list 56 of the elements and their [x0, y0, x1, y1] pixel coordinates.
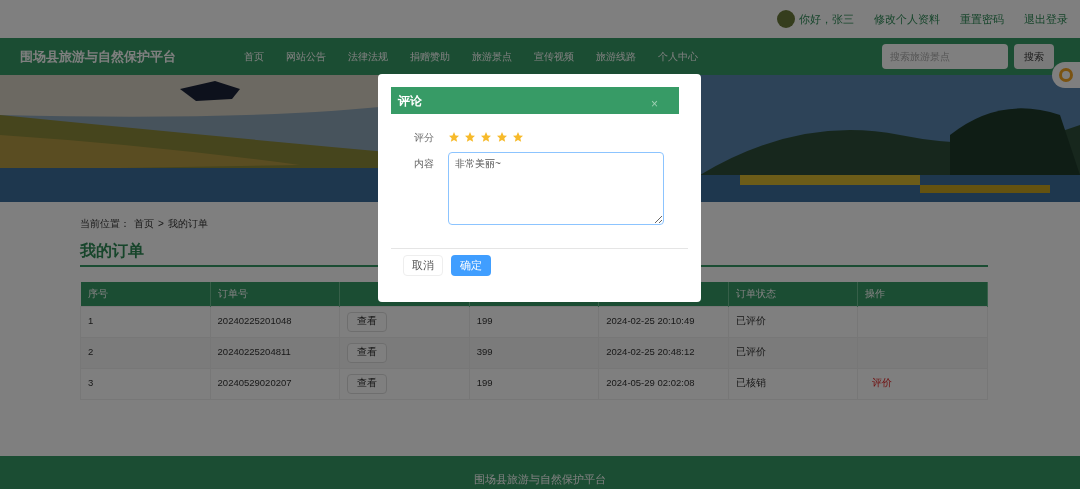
table-cell: 1 — [88, 315, 94, 327]
table-cell: 2024-02-25 20:10:49 — [606, 315, 695, 327]
rating-label: 评分 — [413, 130, 435, 145]
cancel-button[interactable]: 取消 — [403, 255, 443, 276]
table-cell: 2 — [88, 346, 94, 358]
nav-link[interactable]: 旅游线路 — [596, 49, 636, 64]
site-title: 围场县旅游与自然保护平台 — [20, 47, 177, 66]
star-icon[interactable] — [464, 131, 476, 143]
view-button[interactable]: 查看 — [347, 311, 388, 332]
table-cell: 20240529020207 — [217, 377, 292, 389]
table-cell: 已评价 — [735, 346, 766, 358]
breadcrumb-label: 当前位置： — [80, 216, 130, 231]
content-label: 内容 — [413, 157, 435, 171]
nav-link[interactable]: 个人中心 — [658, 49, 698, 64]
table-cell: 已核销 — [735, 377, 766, 389]
star-icon[interactable] — [480, 131, 492, 143]
table-cell: 199 — [476, 377, 493, 389]
nav-link[interactable]: 法律法规 — [348, 49, 388, 64]
dialog-title: 评论 — [398, 92, 422, 110]
nav-link[interactable]: 网站公告 — [286, 49, 326, 64]
table-cell: 已评价 — [735, 315, 766, 327]
table-cell: 3 — [88, 377, 94, 389]
breadcrumb-link[interactable]: 我的订单 — [167, 215, 208, 231]
table-cell: 20240225204811 — [217, 346, 291, 358]
star-icon[interactable] — [496, 131, 508, 143]
account-link[interactable]: 修改个人资料 — [874, 10, 940, 28]
footer-text: 围场县旅游与自然保护平台 — [474, 471, 606, 487]
table-cell: 399 — [476, 346, 493, 358]
column-header: 订单号 — [210, 282, 340, 306]
avatar-icon — [777, 10, 795, 28]
star-icon[interactable] — [512, 131, 524, 143]
nav-link[interactable]: 旅游景点 — [472, 49, 512, 64]
content-field[interactable]: 非常美丽~ — [448, 152, 664, 225]
column-header: 操作 — [857, 282, 988, 306]
page-title: 我的订单 — [80, 243, 144, 259]
account-link[interactable]: 退出登录 — [1024, 10, 1068, 28]
nav-link[interactable]: 捐赠赞助 — [410, 49, 450, 64]
nav-link[interactable]: 首页 — [244, 49, 264, 64]
account-link[interactable]: 重置密码 — [960, 10, 1004, 28]
table-cell: 199 — [476, 315, 493, 327]
breadcrumb-link[interactable]: 首页 — [134, 215, 154, 231]
star-icon[interactable] — [448, 131, 460, 143]
view-button[interactable]: 查看 — [347, 373, 388, 394]
nav-link[interactable]: 宣传视频 — [534, 49, 574, 64]
search-button[interactable]: 搜索 — [1014, 44, 1054, 69]
confirm-button[interactable]: 确定 — [451, 255, 491, 276]
breadcrumb-separator: > — [158, 216, 164, 231]
table-cell: 2024-02-25 20:48:12 — [606, 346, 695, 358]
floating-icon[interactable] — [1052, 62, 1080, 88]
column-header: 序号 — [80, 282, 211, 306]
view-button[interactable]: 查看 — [347, 342, 388, 363]
column-header: 订单状态 — [728, 282, 858, 306]
review-link[interactable]: 评价 — [872, 377, 893, 389]
table-cell: 20240225201048 — [217, 315, 292, 327]
table-cell: 2024-05-29 02:02:08 — [606, 377, 695, 389]
close-button[interactable]: × — [651, 97, 658, 110]
